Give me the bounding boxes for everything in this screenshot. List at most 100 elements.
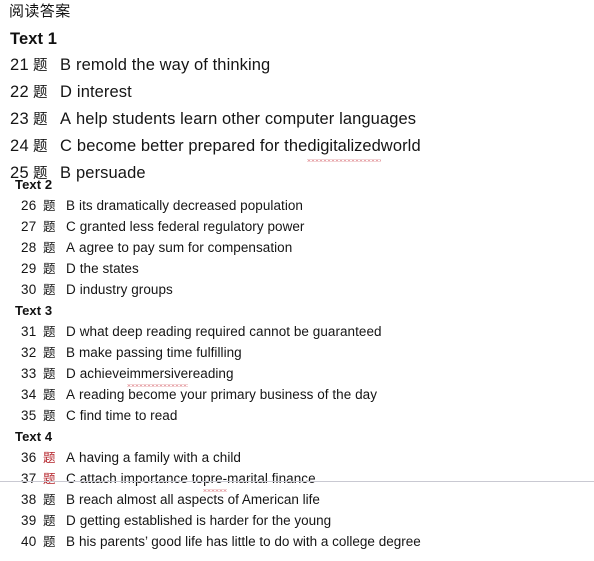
question-number: 39 [21,513,37,528]
answer-option: D [60,83,72,101]
question-marker-glyph: 题 [33,112,48,128]
question-number: 26 [21,198,37,213]
section-heading-text4-label: Text 4 [15,429,53,444]
answer-option: A [66,387,76,402]
answer-text: its dramatically decreased population [79,198,303,213]
question-number: 34 [21,387,37,402]
answer-option: C [66,219,76,234]
answer-text: getting established is harder for the yo… [79,513,332,528]
answer-option: D [66,513,76,528]
section-text1: Text 1 21 题 B remold the way of thinking… [10,27,590,187]
question-number: 37 [21,471,37,486]
question-number: 29 [21,261,37,276]
question-number: 32 [21,345,37,360]
answer-row-40: 40 题 B his parents’ good life has little… [15,531,590,552]
answer-option: D [66,261,76,276]
answer-option: C [60,137,72,155]
section-heading-text4: Text 4 [15,426,590,447]
question-marker-glyph: 题 [43,408,56,423]
answer-text-before: become better prepared for the [76,137,308,155]
answer-row-31: 31 题 D what deep reading required cannot… [15,321,590,342]
question-number: 38 [21,492,37,507]
answer-row-23: 23 题 A help students learn other compute… [10,106,590,133]
question-number: 21 [10,56,29,74]
answer-option: B [66,534,76,549]
question-marker-glyph: 题 [43,387,56,402]
answer-text: find time to read [79,408,178,423]
question-marker-glyph: 题 [43,345,56,360]
answer-row-38: 38 题 B reach almost all aspects of Ameri… [15,489,590,510]
question-number: 35 [21,408,37,423]
question-number: 40 [21,534,37,549]
answer-text: his parents’ good life has little to do … [79,534,421,549]
answer-text: reach almost all aspects of American lif… [79,492,320,507]
question-marker-glyph: 题 [43,261,56,276]
answer-text: interest [76,83,132,101]
question-number: 28 [21,240,37,255]
answer-row-34: 34 题 A reading become your primary busin… [15,384,590,405]
answer-text: the states [79,261,139,276]
sections-text2-text4: Text 2 26 题 B its dramatically decreased… [15,174,590,492]
answer-option: B [66,198,76,213]
answer-text-after: marital finance [227,471,316,486]
answer-text: granted less federal regulatory power [79,219,305,234]
question-marker-glyph: 题 [43,240,56,255]
answer-text: what deep reading required cannot be gua… [79,324,382,339]
answer-row-27: 27 题 C granted less federal regulatory p… [15,216,590,237]
answer-text: help students learn other computer langu… [76,110,417,128]
answer-text: agree to pay sum for compensation [79,240,293,255]
answer-text: industry groups [79,282,173,297]
spellcheck-underline-pre: pre- [203,468,228,492]
answer-row-36: 36 题 A having a family with a child [15,447,590,468]
question-number: 27 [21,219,37,234]
answer-row-24: 24 题 C become better prepared for the di… [10,133,590,162]
question-marker-glyph: 题 [43,282,56,297]
section-text5-continued: 38 题 B reach almost all aspects of Ameri… [15,489,590,552]
page-break-divider [0,481,594,482]
answer-row-22: 22 题 D interest [10,79,590,106]
answer-option: A [66,240,76,255]
answer-text: make passing time fulfilling [79,345,242,360]
spellcheck-underline-immersive: immersive [126,363,188,387]
section-heading-text2: Text 2 [15,177,53,192]
answer-row-26: 26 题 B its dramatically decreased popula… [15,195,590,216]
question-number: 22 [10,83,29,101]
answer-row-32: 32 题 B make passing time fulfilling [15,342,590,363]
answer-row-37: 37 题 C attach importance to pre-marital … [15,468,590,492]
spellcheck-underline-digitalized: digitalized [307,133,382,162]
question-marker-glyph: 题 [43,471,56,486]
answer-row-33: 33 题 D achieve immersive reading [15,363,590,387]
answer-text-before: attach importance to [79,471,204,486]
answer-option: B [66,345,76,360]
question-marker-glyph: 题 [43,219,56,234]
question-marker-glyph: 题 [43,324,56,339]
answer-option: A [66,450,76,465]
answer-option: C [66,408,76,423]
question-marker-glyph: 题 [43,450,56,465]
answer-row-29: 29 题 D the states [15,258,590,279]
question-number: 30 [21,282,37,297]
question-number: 33 [21,366,37,381]
question-marker-glyph: 题 [33,85,48,101]
answer-row-39: 39 题 D getting established is harder for… [15,510,590,531]
question-marker-glyph: 题 [43,492,56,507]
answer-option: B [60,56,72,74]
answer-row-21: 21 题 B remold the way of thinking [10,52,590,79]
section-heading-text3: Text 3 [15,303,53,318]
answer-option: D [66,282,76,297]
answer-option: D [66,366,76,381]
answer-option: C [66,471,76,486]
answer-row-30: 30 题 D industry groups [15,279,590,300]
question-number: 24 [10,137,29,155]
question-marker-glyph: 题 [43,534,56,549]
answer-option: B [66,492,76,507]
answer-text: reading become your primary business of … [79,387,378,402]
answer-option: D [66,324,76,339]
answer-text-after: reading [188,366,234,381]
answer-text-before: achieve [79,366,127,381]
answer-row-28: 28 题 A agree to pay sum for compensation [15,237,590,258]
answer-key-document: 阅读答案 Text 1 21 题 B remold the way of thi… [0,0,594,561]
question-marker-glyph: 题 [43,366,56,381]
answer-text-after: world [380,137,421,155]
answer-text: remold the way of thinking [76,56,271,74]
